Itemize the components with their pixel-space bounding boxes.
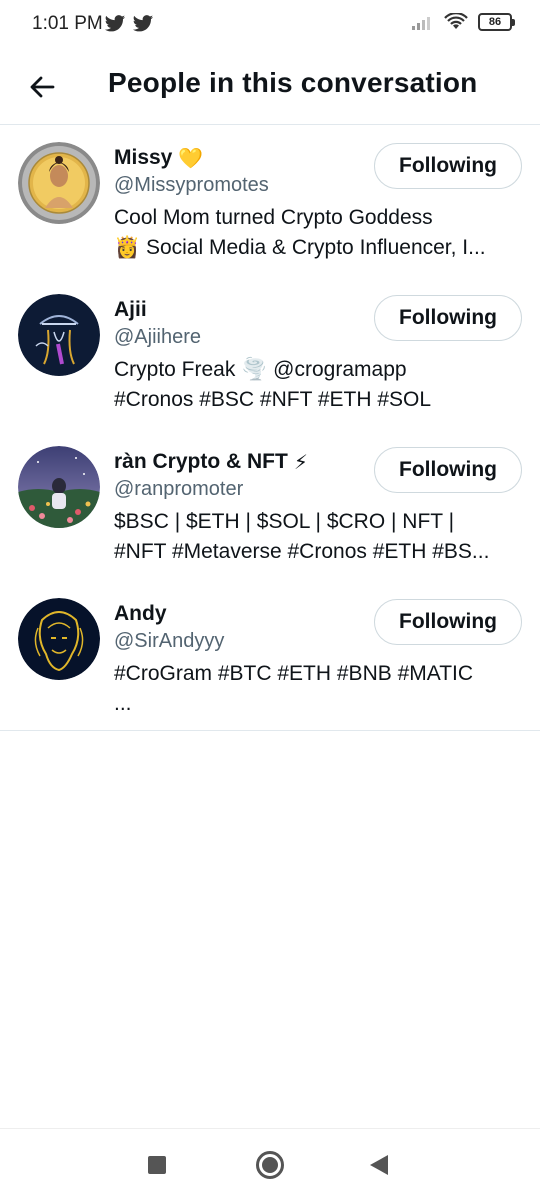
arrow-left-icon [30,76,55,98]
following-button[interactable]: Following [374,447,522,493]
lightning-icon: ⚡ [293,451,308,474]
list-item[interactable]: Ajii @Ajiihere Crypto Freak 🌪️ @crograma… [0,278,540,430]
following-button[interactable]: Following [374,599,522,645]
user-bio: Cool Mom turned Crypto Goddess 👸 Social … [114,206,486,259]
user-name[interactable]: ràn Crypto & NFT [114,450,288,474]
home-circle-icon[interactable] [256,1151,284,1179]
following-button[interactable]: Following [374,295,522,341]
status-bar: 1:01 PM 86 [0,0,540,50]
list-item[interactable]: Andy @SirAndyyy #CroGram #BTC #ETH #BNB … [0,582,540,716]
user-name[interactable]: Andy [114,602,167,626]
user-bio: Crypto Freak 🌪️ @crogramapp #Cronos #BSC… [114,358,432,411]
avatar[interactable] [18,598,100,680]
back-triangle-icon[interactable] [370,1155,388,1175]
system-nav-bar [0,1128,540,1200]
wifi-icon [444,13,468,29]
twitter-icon [132,15,154,32]
user-name[interactable]: Ajii [114,298,147,322]
page-title: People in this conversation [108,67,478,98]
list-item[interactable]: ràn Crypto & NFT ⚡ @ranpromoter $BSC | $… [0,430,540,582]
avatar[interactable] [18,446,100,528]
user-bio: #CroGram #BTC #ETH #BNB #MATIC ... [114,662,474,715]
following-button[interactable]: Following [374,143,522,189]
avatar[interactable] [18,294,100,376]
twitter-icon [104,15,126,32]
status-time: 1:01 PM [32,13,103,34]
signal-icon [412,17,430,30]
back-button[interactable] [20,65,64,109]
yellow-heart-icon: 💛 [178,147,204,170]
avatar[interactable] [18,142,100,224]
user-name[interactable]: Missy [114,146,172,170]
user-bio: $BSC | $ETH | $SOL | $CRO | NFT | #NFT #… [114,510,490,563]
people-list: Missy 💛 @Missypromotes Cool Mom turned C… [0,126,540,731]
battery-level: 86 [488,16,502,28]
header: People in this conversation [0,50,540,125]
list-item[interactable]: Missy 💛 @Missypromotes Cool Mom turned C… [0,126,540,278]
battery-icon: 86 [478,13,515,31]
recents-square-icon[interactable] [148,1156,166,1174]
